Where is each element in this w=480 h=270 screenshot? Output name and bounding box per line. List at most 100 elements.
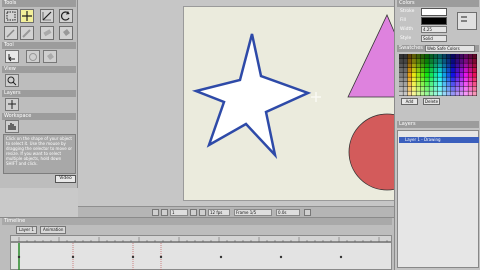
palette-swatch[interactable] <box>459 54 464 59</box>
palette-swatch[interactable] <box>459 86 464 91</box>
fill-tool-button[interactable] <box>59 26 73 40</box>
keyframe-dot[interactable] <box>279 255 283 259</box>
palette-swatch[interactable] <box>403 86 408 91</box>
palette-swatch[interactable] <box>403 68 408 73</box>
palette-swatch[interactable] <box>429 54 434 59</box>
keyframe-dot[interactable] <box>219 255 223 259</box>
palette-swatch[interactable] <box>464 63 468 68</box>
star-shape[interactable] <box>191 33 312 160</box>
first-frame-button[interactable] <box>152 209 159 216</box>
palette-swatch[interactable] <box>420 58 425 63</box>
palette-swatch[interactable] <box>468 77 473 82</box>
palette-swatch[interactable] <box>442 72 447 77</box>
palette-swatch[interactable] <box>464 86 468 91</box>
swap-colors-button[interactable] <box>457 12 477 30</box>
palette-swatch[interactable] <box>442 68 447 73</box>
palette-swatch[interactable] <box>399 77 403 82</box>
zoom-field[interactable]: Frame 1/5 <box>234 209 272 216</box>
palette-swatch[interactable] <box>472 63 477 68</box>
palette-swatch[interactable] <box>472 68 477 73</box>
palette-swatch[interactable] <box>407 63 412 68</box>
rate-field[interactable]: 12 fps <box>208 209 230 216</box>
palette-swatch[interactable] <box>412 58 416 63</box>
palette-swatch[interactable] <box>407 72 412 77</box>
palette-swatch[interactable] <box>416 86 421 91</box>
palette-swatch[interactable] <box>464 54 468 59</box>
palette-swatch[interactable] <box>451 86 455 91</box>
palette-swatch[interactable] <box>459 82 464 87</box>
palette-swatch[interactable] <box>446 63 451 68</box>
palette-swatch[interactable] <box>433 68 438 73</box>
hand-tool-button[interactable] <box>26 50 40 63</box>
palette-swatch[interactable] <box>425 91 429 96</box>
palette-swatch[interactable] <box>455 68 460 73</box>
palette-swatch[interactable] <box>451 77 455 82</box>
style-select[interactable]: Solid <box>421 35 447 42</box>
palette-swatch[interactable] <box>416 91 421 96</box>
palette-swatch[interactable] <box>438 86 442 91</box>
undo-tool-button[interactable] <box>5 50 19 63</box>
palette-swatch[interactable] <box>433 54 438 59</box>
palette-swatch[interactable] <box>425 77 429 82</box>
palette-swatch[interactable] <box>399 58 403 63</box>
palette-swatch[interactable] <box>420 77 425 82</box>
palette-swatch[interactable] <box>455 82 460 87</box>
palette-swatch[interactable] <box>420 54 425 59</box>
palette-swatch[interactable] <box>416 68 421 73</box>
palette-swatch[interactable] <box>433 72 438 77</box>
palette-swatch[interactable] <box>446 77 451 82</box>
video-button[interactable]: Video <box>55 175 76 183</box>
timeline-ruler[interactable] <box>10 235 392 243</box>
palette-swatch[interactable] <box>451 58 455 63</box>
palette-swatch[interactable] <box>442 54 447 59</box>
palette-swatch[interactable] <box>459 63 464 68</box>
palette-swatch[interactable] <box>412 72 416 77</box>
palette-swatch[interactable] <box>442 91 447 96</box>
palette-swatch[interactable] <box>433 58 438 63</box>
palette-swatch[interactable] <box>438 72 442 77</box>
palette-swatch[interactable] <box>442 58 447 63</box>
bucket-tool-button[interactable] <box>43 50 57 63</box>
palette-swatch[interactable] <box>407 68 412 73</box>
time-field[interactable]: 0.0s <box>276 209 300 216</box>
palette-swatch[interactable] <box>403 72 408 77</box>
palette-swatch[interactable] <box>446 58 451 63</box>
palette-swatch[interactable] <box>468 63 473 68</box>
palette-swatch[interactable] <box>455 91 460 96</box>
palette-swatch[interactable] <box>399 54 403 59</box>
palette-swatch[interactable] <box>425 63 429 68</box>
palette-swatch[interactable] <box>442 77 447 82</box>
keyframe-dot[interactable] <box>131 255 135 259</box>
timeline-tab-animation[interactable]: Animation <box>40 226 67 234</box>
eraser-tool-button[interactable] <box>40 26 54 40</box>
palette-swatch[interactable] <box>446 82 451 87</box>
palette-swatch[interactable] <box>412 68 416 73</box>
palette-swatch[interactable] <box>407 77 412 82</box>
palette-swatch[interactable] <box>442 82 447 87</box>
palette-swatch[interactable] <box>438 82 442 87</box>
palette-swatch[interactable] <box>416 54 421 59</box>
palette-swatch[interactable] <box>412 86 416 91</box>
palette-swatch[interactable] <box>455 63 460 68</box>
palette-swatch[interactable] <box>446 54 451 59</box>
palette-swatch[interactable] <box>433 82 438 87</box>
palette-swatch[interactable] <box>472 86 477 91</box>
palette-swatch[interactable] <box>472 82 477 87</box>
color-palette[interactable] <box>399 54 477 96</box>
palette-swatch[interactable] <box>399 91 403 96</box>
palette-swatch[interactable] <box>429 63 434 68</box>
timeline-tab-layer[interactable]: Layer 1 <box>16 226 37 234</box>
palette-swatch[interactable] <box>399 82 403 87</box>
palette-swatch[interactable] <box>455 54 460 59</box>
layer-row[interactable]: Layer 1 - Drawing <box>399 137 479 143</box>
palette-swatch[interactable] <box>459 58 464 63</box>
palette-swatch[interactable] <box>399 63 403 68</box>
palette-swatch[interactable] <box>438 77 442 82</box>
last-frame-button[interactable] <box>199 209 206 216</box>
palette-swatch[interactable] <box>412 91 416 96</box>
keyframe-dot[interactable] <box>339 255 343 259</box>
palette-swatch[interactable] <box>416 72 421 77</box>
palette-swatch[interactable] <box>420 86 425 91</box>
palette-swatch[interactable] <box>403 91 408 96</box>
palette-swatch[interactable] <box>468 54 473 59</box>
